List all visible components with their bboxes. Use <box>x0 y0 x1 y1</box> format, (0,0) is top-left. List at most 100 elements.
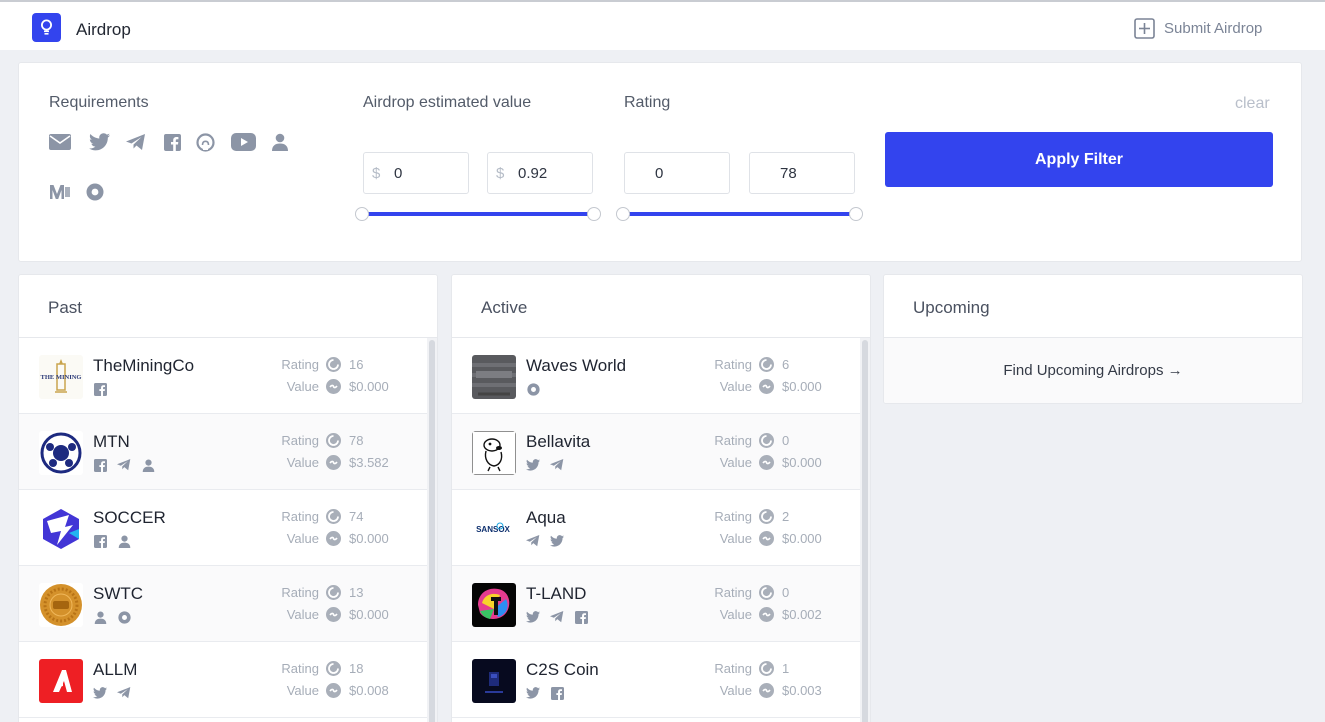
past-heading: Past <box>19 275 437 338</box>
rating-max-input[interactable]: 78 <box>749 152 855 194</box>
rating-range-slider[interactable] <box>616 205 863 225</box>
apply-filter-button[interactable]: Apply Filter <box>885 132 1273 187</box>
rating-min-input[interactable]: 0 <box>624 152 730 194</box>
rating-value: 78 <box>349 433 364 448</box>
submit-airdrop-button[interactable]: Submit Airdrop <box>1134 17 1262 39</box>
telegram-icon <box>550 610 564 624</box>
airdrop-logo-icon[interactable] <box>32 13 61 42</box>
rating-label: Rating <box>714 661 752 676</box>
airdrop-name[interactable]: SWTC <box>93 584 143 604</box>
value-icon <box>326 683 341 698</box>
twitter-icon <box>526 610 540 624</box>
value-value: $0.000 <box>349 379 389 394</box>
rating-slider-max-handle[interactable] <box>849 207 863 221</box>
telegram-icon <box>117 686 131 700</box>
circle-dot-icon <box>117 610 131 624</box>
email-icon[interactable] <box>49 131 71 153</box>
airdrop-name[interactable]: MTN <box>93 432 130 452</box>
airdrop-name[interactable]: SOCCER <box>93 508 166 528</box>
find-upcoming-airdrops-link[interactable]: Find Upcoming Airdrops → <box>884 338 1302 403</box>
rating-min-text: 0 <box>655 165 664 182</box>
value-icon <box>326 379 341 394</box>
value-value: $0.003 <box>782 683 822 698</box>
twitter-icon[interactable] <box>88 131 110 153</box>
value-value: $0.000 <box>349 607 389 622</box>
twitter-icon <box>550 534 564 548</box>
value-label: Value <box>286 455 319 470</box>
past-scrollbar[interactable] <box>427 338 437 722</box>
past-airdrop-row[interactable]: MTN Rating 78 Value $3.582 <box>19 414 429 490</box>
value-icon <box>759 683 774 698</box>
telegram-icon[interactable] <box>125 131 147 153</box>
youtube-icon[interactable] <box>230 131 256 153</box>
value-min-text: 0 <box>394 165 403 182</box>
active-heading: Active <box>452 275 870 338</box>
circle-dot-icon[interactable] <box>84 181 106 203</box>
user-icon <box>117 534 131 548</box>
past-airdrop-row[interactable]: ALLM Rating 18 Value $0.008 <box>19 642 429 718</box>
rating-value: 6 <box>782 357 790 372</box>
active-airdrop-row[interactable]: Bellavita Rating 0 Value $0.000 <box>452 414 862 490</box>
active-airdrop-row[interactable]: T-LAND Rating 0 Value $0.002 <box>452 566 862 642</box>
value-icon <box>326 531 341 546</box>
airdrop-name[interactable]: Bellavita <box>526 432 590 452</box>
upcoming-airdrops-panel: Upcoming Find Upcoming Airdrops → <box>883 274 1303 404</box>
user-icon[interactable] <box>269 131 291 153</box>
value-value: $0.000 <box>349 531 389 546</box>
value-max-input[interactable]: $ 0.92 <box>487 152 593 194</box>
rating-value: 0 <box>782 585 790 600</box>
facebook-icon <box>93 382 107 396</box>
rating-slider-track <box>622 212 857 216</box>
rating-label: Rating <box>281 357 319 372</box>
rating-label: Rating <box>714 433 752 448</box>
rating-icon <box>759 357 774 372</box>
airdrop-name[interactable]: T-LAND <box>526 584 586 604</box>
value-range-slider[interactable] <box>355 205 601 225</box>
airdrop-requirements <box>93 610 131 624</box>
requirements-heading: Requirements <box>49 94 149 111</box>
past-airdrops-panel: Past THE MINING TheMiningCo Rating 16 Value $… <box>18 274 438 722</box>
twitter-icon <box>526 458 540 472</box>
value-slider-max-handle[interactable] <box>587 207 601 221</box>
app-title: Airdrop <box>76 20 131 39</box>
value-icon <box>759 455 774 470</box>
airdrop-logo <box>472 659 516 703</box>
value-icon <box>326 455 341 470</box>
active-scrollbar[interactable] <box>860 338 870 722</box>
airdrop-name[interactable]: ALLM <box>93 660 137 680</box>
clear-filters-link[interactable]: clear <box>1235 95 1270 113</box>
airdrop-name[interactable]: C2S Coin <box>526 660 599 680</box>
github-icon[interactable] <box>194 131 216 153</box>
value-value: $3.582 <box>349 455 389 470</box>
active-airdrop-row[interactable]: C2S Coin Rating 1 Value $0.003 <box>452 642 862 718</box>
airdrop-requirements <box>93 534 131 548</box>
airdrop-logo: THE MINING <box>39 355 83 399</box>
value-icon <box>326 607 341 622</box>
twitter-icon <box>93 686 107 700</box>
value-icon <box>759 379 774 394</box>
facebook-icon <box>574 610 588 624</box>
airdrop-requirements <box>93 458 155 472</box>
facebook-icon <box>93 534 107 548</box>
past-airdrop-row[interactable]: THE MINING TheMiningCo Rating 16 Value $0.000 <box>19 338 429 414</box>
value-min-input[interactable]: $ 0 <box>363 152 469 194</box>
active-airdrop-row[interactable]: Waves World Rating 6 Value $0.000 <box>452 338 862 414</box>
telegram-icon <box>117 458 131 472</box>
top-bar: Airdrop Submit Airdrop <box>0 0 1325 50</box>
airdrop-name[interactable]: Aqua <box>526 508 566 528</box>
active-airdrop-row[interactable]: SANSOX Aqua Rating 2 Value $0.000 <box>452 490 862 566</box>
past-airdrop-row[interactable]: SOCCER Rating 74 Value $0.000 <box>19 490 429 566</box>
rating-slider-min-handle[interactable] <box>616 207 630 221</box>
medium-icon[interactable] <box>49 181 71 203</box>
value-slider-min-handle[interactable] <box>355 207 369 221</box>
rating-label: Rating <box>714 585 752 600</box>
facebook-icon[interactable] <box>161 131 183 153</box>
value-slider-track <box>361 212 595 216</box>
airdrop-name[interactable]: TheMiningCo <box>93 356 194 376</box>
active-airdrops-panel: Active Waves World Rating 6 Value $0.000 Bell… <box>451 274 871 722</box>
airdrop-name[interactable]: Waves World <box>526 356 626 376</box>
value-value: $0.008 <box>349 683 389 698</box>
rating-value: 0 <box>782 433 790 448</box>
past-airdrop-row[interactable]: SWTC Rating 13 Value $0.000 <box>19 566 429 642</box>
airdrop-logo <box>472 355 516 399</box>
